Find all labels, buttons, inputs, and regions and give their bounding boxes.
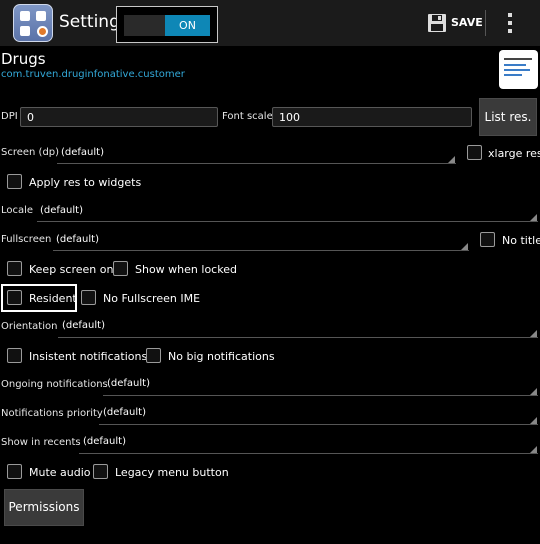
locale-label: Locale <box>1 205 34 216</box>
insistent-notifications-label: Insistent notifications <box>29 350 148 363</box>
show-when-locked-checkbox[interactable] <box>113 261 128 276</box>
permissions-button[interactable]: Permissions <box>4 489 84 526</box>
enable-toggle-frame: ON <box>116 6 218 43</box>
mute-audio-checkbox[interactable] <box>7 464 22 479</box>
keep-screen-on-label: Keep screen on <box>29 263 114 276</box>
apply-res-checkbox[interactable] <box>7 174 22 189</box>
no-big-notifications-label: No big notifications <box>168 350 275 363</box>
action-bar-divider <box>485 10 486 36</box>
screen-dp-underline <box>57 163 456 164</box>
apply-res-label: Apply res to widgets <box>29 176 142 189</box>
list-res-button[interactable]: List res. <box>479 98 537 136</box>
ongoing-notifications-label: Ongoing notifications <box>1 379 108 390</box>
resident-label: Resident <box>29 292 77 305</box>
legacy-menu-label: Legacy menu button <box>115 466 229 479</box>
no-title-checkbox[interactable] <box>480 232 495 247</box>
toggle-on-label: ON <box>165 15 210 36</box>
locale-underline <box>37 221 538 222</box>
resident-checkbox[interactable] <box>7 290 22 305</box>
package-name: com.truven.druginfonative.customer <box>1 69 185 80</box>
notifications-priority-underline <box>99 424 538 425</box>
legacy-menu-checkbox[interactable] <box>93 464 108 479</box>
locale-dropdown-icon[interactable] <box>530 214 537 221</box>
locale-value[interactable]: (default) <box>40 205 83 216</box>
screen-dp-dropdown-icon[interactable] <box>448 156 455 163</box>
ongoing-notifications-dropdown-icon[interactable] <box>530 388 537 395</box>
xlarge-res-label: xlarge res. <box>488 147 540 160</box>
app-name: Drugs <box>1 50 46 68</box>
orientation-label: Orientation <box>1 321 58 332</box>
notifications-priority-label: Notifications priority <box>1 408 103 419</box>
notifications-priority-dropdown-icon[interactable] <box>530 417 537 424</box>
font-scale-input[interactable]: 100 <box>272 107 472 127</box>
orientation-dropdown-icon[interactable] <box>530 330 537 337</box>
screen-dp-value[interactable]: (default) <box>61 147 104 158</box>
overflow-menu-icon[interactable] <box>502 11 518 35</box>
action-bar: Settings ON SAVE <box>0 0 540 46</box>
no-big-notifications-checkbox[interactable] <box>146 348 161 363</box>
orientation-underline <box>58 337 538 338</box>
show-in-recents-underline <box>79 453 538 454</box>
mute-audio-label: Mute audio <box>29 466 91 479</box>
fullscreen-dropdown-icon[interactable] <box>461 243 468 250</box>
enable-toggle[interactable]: ON <box>124 15 210 36</box>
fullscreen-value[interactable]: (default) <box>56 234 99 245</box>
no-fullscreen-ime-checkbox[interactable] <box>81 290 96 305</box>
xlarge-res-checkbox[interactable] <box>467 145 482 160</box>
fullscreen-label: Fullscreen <box>1 234 52 245</box>
show-in-recents-dropdown-icon[interactable] <box>530 446 537 453</box>
show-in-recents-value[interactable]: (default) <box>83 436 126 447</box>
dpi-label: DPI <box>1 111 18 122</box>
ongoing-notifications-underline <box>103 395 538 396</box>
notifications-priority-value[interactable]: (default) <box>103 407 146 418</box>
show-in-recents-label: Show in recents <box>1 437 81 448</box>
orientation-value[interactable]: (default) <box>62 320 105 331</box>
no-title-label: No title <box>502 234 540 247</box>
keep-screen-on-checkbox[interactable] <box>7 261 22 276</box>
dpi-input[interactable]: 0 <box>20 107 218 127</box>
fullscreen-underline <box>53 250 469 251</box>
screen-dp-label: Screen (dp) <box>1 147 60 158</box>
app-thumbnail-icon <box>499 50 538 89</box>
save-button[interactable]: SAVE <box>423 10 483 36</box>
app-settings-icon[interactable] <box>13 4 53 42</box>
insistent-notifications-checkbox[interactable] <box>7 348 22 363</box>
save-label: SAVE <box>451 16 483 29</box>
font-scale-label: Font scale <box>222 111 273 122</box>
ongoing-notifications-value[interactable]: (default) <box>107 378 150 389</box>
save-icon <box>428 14 446 32</box>
show-when-locked-label: Show when locked <box>135 263 237 276</box>
no-fullscreen-ime-label: No Fullscreen IME <box>103 292 201 305</box>
